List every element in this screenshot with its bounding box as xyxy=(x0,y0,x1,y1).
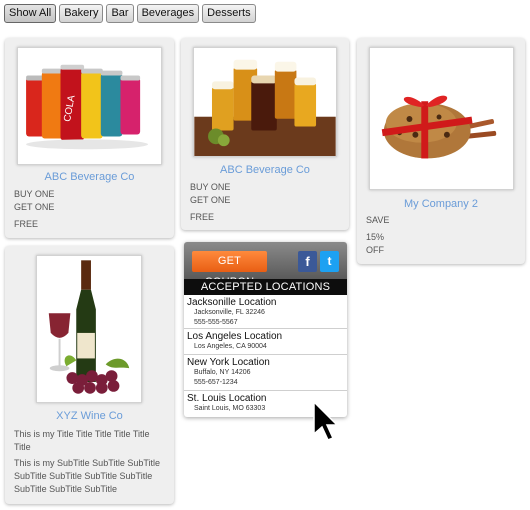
offer-extra: OFF xyxy=(366,245,384,255)
offer-line: BUY ONE xyxy=(14,189,55,199)
facebook-icon[interactable]: f xyxy=(298,251,317,272)
mouse-pointer-icon xyxy=(313,400,338,441)
location-address: Jacksonville, FL 32246 xyxy=(194,309,265,316)
location-phone: 555-657-1234 xyxy=(194,379,238,386)
offer-line: BUY ONE xyxy=(190,182,231,192)
gift-cookies-image[interactable] xyxy=(369,47,514,190)
card-offer-text: BUY ONE GET ONE FREE xyxy=(190,181,341,224)
accepted-locations-title: ACCEPTED LOCATIONS xyxy=(184,279,347,295)
card-offer-text: BUY ONE GET ONE FREE xyxy=(14,188,166,231)
deal-card-soda[interactable]: COLA ABC Beverage Co BUY ONE GET ONE FRE… xyxy=(5,38,174,238)
card-brand-link[interactable]: ABC Beverage Co xyxy=(181,164,349,176)
filter-bar-button[interactable]: Bar xyxy=(106,4,134,23)
card-offer-text: SAVE 15% OFF xyxy=(366,214,517,257)
location-name: Los Angeles Location xyxy=(187,331,283,342)
card-brand-link[interactable]: XYZ Wine Co xyxy=(5,410,174,422)
location-address: Buffalo, NY 14206 xyxy=(194,369,251,376)
offer-extra: 15% xyxy=(366,232,385,242)
card-brand-link[interactable]: ABC Beverage Co xyxy=(5,171,174,183)
locations-list: Jacksonille Location Jacksonville, FL 32… xyxy=(184,295,347,416)
filter-show-all-button[interactable]: Show All xyxy=(4,4,57,23)
offer-line: GET ONE xyxy=(14,202,55,212)
filter-desserts-button[interactable]: Desserts xyxy=(202,4,256,23)
offer-line: GET ONE xyxy=(190,195,231,205)
location-item[interactable]: Jacksonille Location Jacksonville, FL 32… xyxy=(184,295,347,329)
get-coupon-button[interactable]: GET COUPON xyxy=(192,251,267,288)
location-item[interactable]: Los Angeles Location Los Angeles, CA 900… xyxy=(184,329,347,355)
twitter-icon[interactable]: t xyxy=(320,251,339,272)
category-filter-bar: Show All Bakery Bar Beverages Desserts xyxy=(4,4,259,23)
soda-cans-image[interactable]: COLA xyxy=(17,47,162,165)
card-title-text: This is my Title Title Title Title Title… xyxy=(14,429,150,452)
filter-bakery-button[interactable]: Bakery xyxy=(59,4,104,23)
deal-card-wine[interactable]: XYZ Wine Co This is my Title Title Title… xyxy=(5,246,174,504)
beer-mugs-image[interactable] xyxy=(193,47,337,157)
coupon-header: GET COUPON f t xyxy=(184,242,347,288)
offer-extra: FREE xyxy=(14,219,39,229)
location-address: Los Angeles, CA 90004 xyxy=(194,343,267,350)
card-brand-link[interactable]: My Company 2 xyxy=(357,198,525,210)
offer-line: SAVE xyxy=(366,215,390,225)
location-name: New York Location xyxy=(187,357,270,368)
wine-bottle-grapes-image[interactable] xyxy=(36,255,142,403)
location-item[interactable]: New York Location Buffalo, NY 14206 555-… xyxy=(184,355,347,391)
deal-card-beer[interactable]: ABC Beverage Co BUY ONE GET ONE FREE xyxy=(181,38,349,230)
offer-extra: FREE xyxy=(190,212,215,222)
filter-beverages-button[interactable]: Beverages xyxy=(136,4,200,23)
location-phone: 555-555-5567 xyxy=(194,319,238,326)
location-name: Jacksonille Location xyxy=(187,297,277,308)
deal-card-cookies[interactable]: My Company 2 SAVE 15% OFF xyxy=(357,38,525,264)
coupon-widget: GET COUPON f t ACCEPTED LOCATIONS Jackso… xyxy=(184,242,347,417)
card-subtitle-text: This is my SubTitle SubTitle SubTitle Su… xyxy=(14,458,161,494)
